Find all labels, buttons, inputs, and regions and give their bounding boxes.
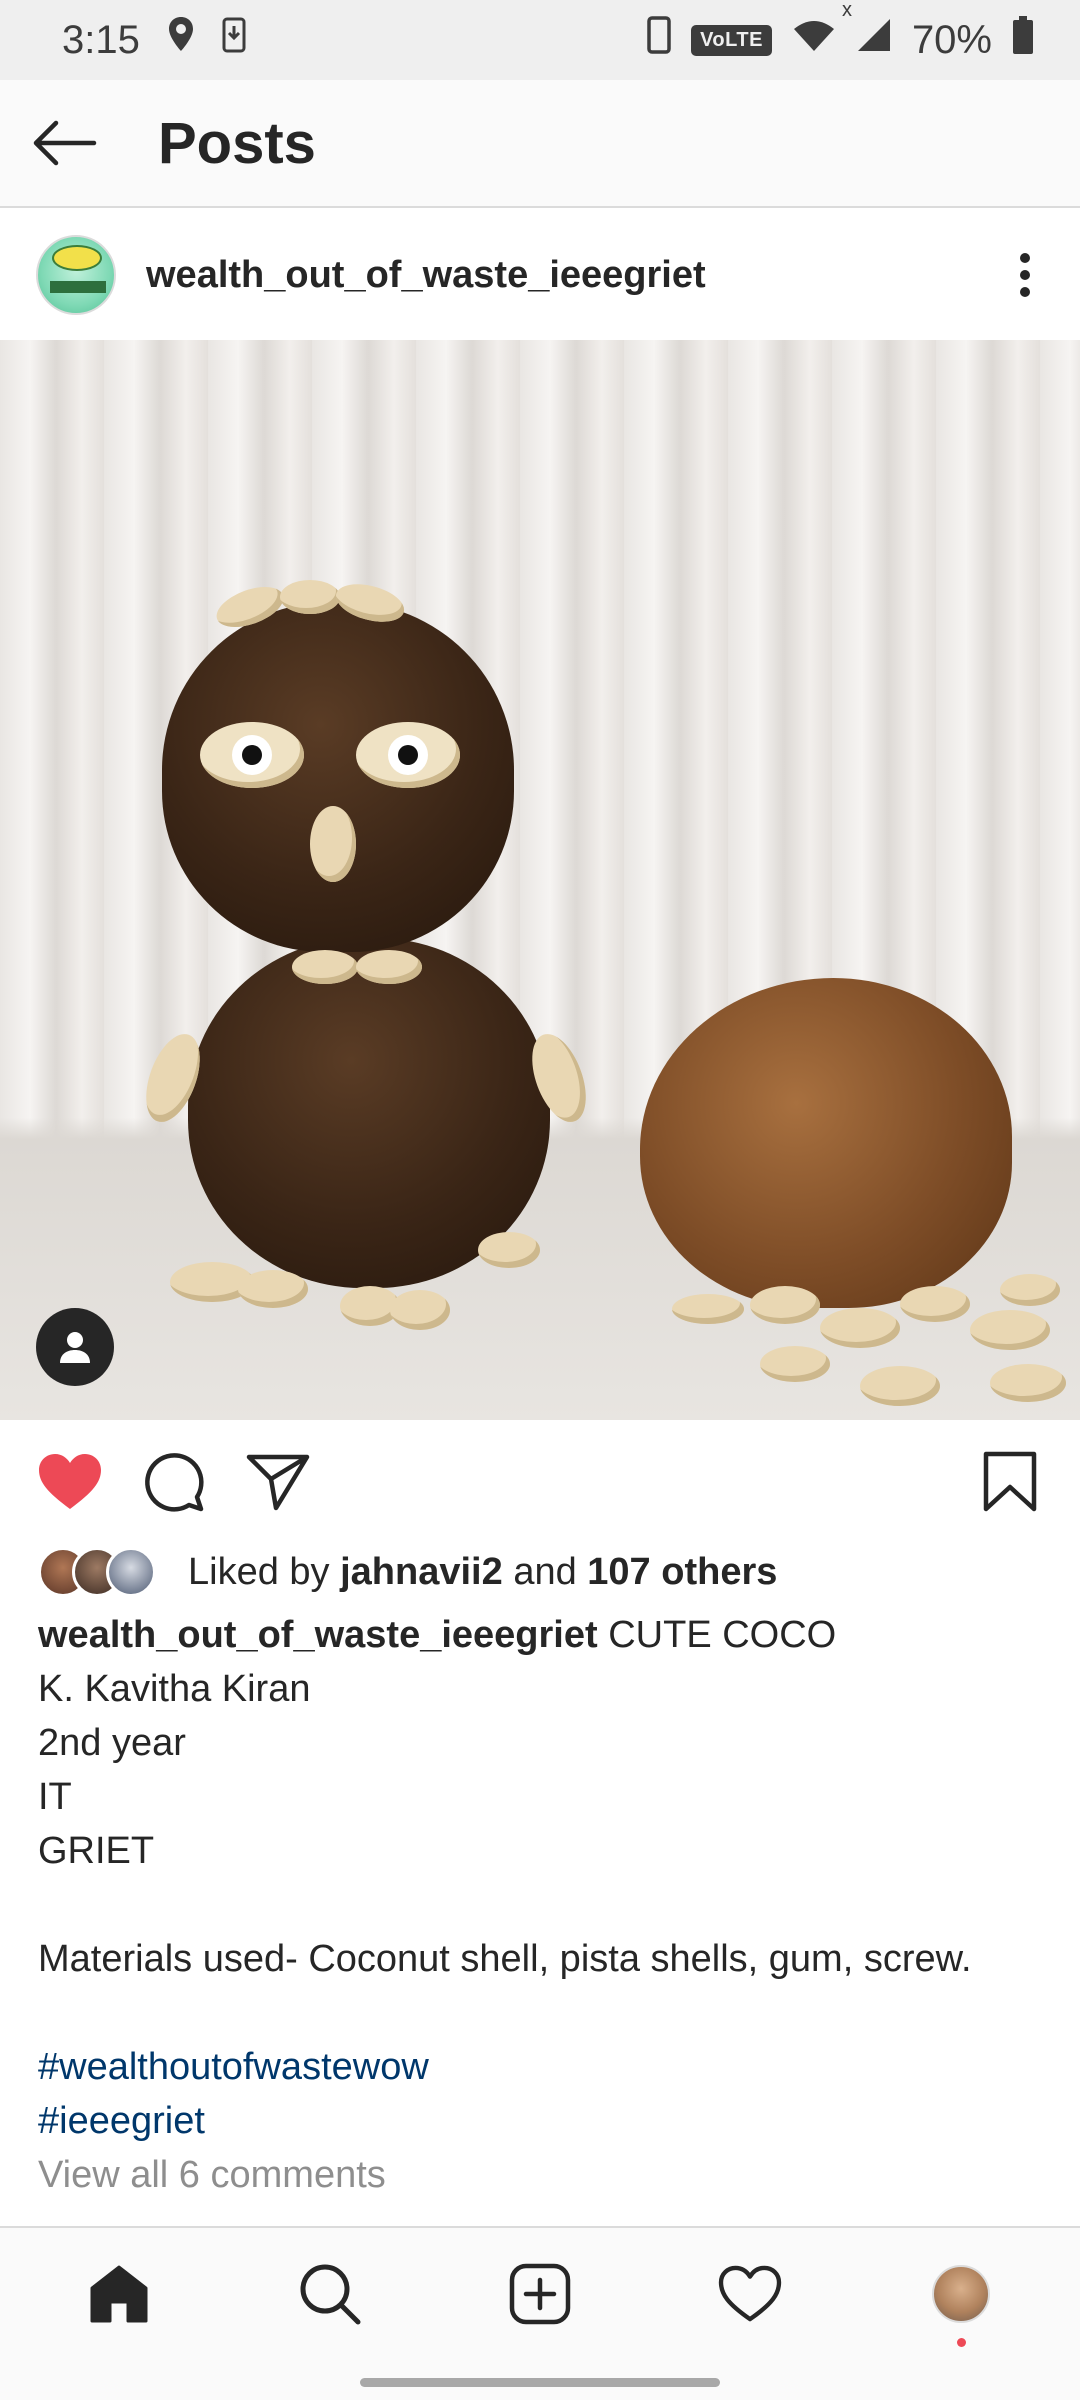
nav-home[interactable]	[59, 2234, 179, 2354]
caption-line: 2nd year	[38, 1722, 186, 1764]
post-header: wealth_out_of_waste_ieeegriet	[0, 210, 1080, 340]
tagged-people-button[interactable]	[36, 1308, 114, 1386]
foot-shell	[478, 1232, 540, 1268]
nav-search[interactable]	[270, 2234, 390, 2354]
likes-joiner: and	[513, 1550, 577, 1593]
nav-activity[interactable]	[690, 2234, 810, 2354]
post-image[interactable]	[0, 340, 1080, 1420]
search-icon	[300, 2264, 361, 2325]
pistachio-shell	[900, 1286, 970, 1322]
caption-line: GRIET	[38, 1830, 155, 1872]
wifi-icon	[792, 17, 836, 63]
profile-avatar-icon	[931, 2265, 990, 2323]
pistachio-shell	[990, 1364, 1066, 1402]
pistachio-shell	[672, 1294, 744, 1324]
more-options-button[interactable]	[970, 210, 1080, 340]
share-button[interactable]	[226, 1420, 330, 1544]
status-time: 3:15	[62, 17, 140, 62]
half-coconut-shell	[640, 978, 1012, 1308]
app-header: Posts	[0, 80, 1080, 208]
crest-shell	[280, 580, 340, 614]
likes-summary[interactable]: Liked by jahnavii2 and 107 others	[38, 1540, 777, 1604]
gesture-home-indicator[interactable]	[360, 2378, 720, 2387]
comment-button[interactable]	[122, 1420, 226, 1544]
home-icon	[90, 2265, 148, 2323]
pistachio-shell	[1000, 1274, 1060, 1306]
pistachio-shell	[860, 1366, 940, 1406]
phone-vibrate-icon	[647, 16, 671, 64]
more-vertical-icon	[1020, 253, 1030, 297]
avatar-banner	[50, 281, 106, 293]
beak-shell	[310, 806, 356, 882]
battery-text: 70%	[911, 17, 992, 62]
back-button[interactable]	[0, 79, 124, 207]
left-eye-shell	[200, 722, 304, 788]
liker-username[interactable]: jahnavii2	[340, 1551, 503, 1593]
pistachio-shell	[970, 1310, 1050, 1350]
hashtag-link[interactable]: #ieeegriet	[38, 2094, 1048, 2148]
foot-shell	[238, 1270, 308, 1308]
save-button[interactable]	[958, 1420, 1062, 1544]
likes-prefix: Liked by	[188, 1550, 330, 1593]
caption-first-line: wealth_out_of_waste_ieeegriet CUTE COCO	[38, 1608, 1048, 1662]
comment-icon	[145, 1453, 204, 1512]
right-eye-shell	[356, 722, 460, 788]
view-comments-link[interactable]: View all 6 comments	[38, 2148, 1048, 2202]
post-action-row	[0, 1420, 1080, 1544]
signal-marker: x	[841, 0, 852, 21]
caption-line: IT	[38, 1776, 72, 1818]
likes-text: Liked by jahnavii2 and 107 others	[188, 1551, 777, 1594]
page-title: Posts	[158, 110, 316, 176]
neck-shell	[292, 950, 358, 984]
location-icon	[166, 15, 196, 65]
send-icon	[246, 1454, 310, 1511]
heart-filled-icon	[39, 1454, 101, 1509]
heart-outline-icon	[719, 2265, 782, 2322]
likes-others-count[interactable]: 107 others	[587, 1551, 777, 1593]
caption-line: K. Kavitha Kiran	[38, 1668, 311, 1710]
pistachio-shell	[750, 1286, 820, 1324]
post-caption: wealth_out_of_waste_ieeegriet CUTE COCO …	[38, 1608, 1048, 2202]
pistachio-shell	[760, 1346, 830, 1382]
post-avatar[interactable]	[36, 235, 116, 315]
caption-title: CUTE COCO	[608, 1614, 837, 1656]
signal-icon: x	[842, 0, 892, 63]
battery-icon	[1012, 15, 1034, 65]
bottom-navigation	[0, 2226, 1080, 2400]
liker-avatar	[106, 1547, 156, 1597]
caption-line	[38, 1878, 1048, 1932]
arrow-left-icon	[33, 120, 97, 166]
volte-badge: VoLTE	[691, 24, 772, 56]
download-icon	[222, 17, 246, 63]
wow-logo-icon	[52, 245, 102, 271]
caption-username[interactable]: wealth_out_of_waste_ieeegriet	[38, 1614, 598, 1656]
caption-line: Materials used- Coconut shell, pista she…	[38, 1938, 972, 1980]
pistachio-shell	[820, 1308, 900, 1348]
liker-avatars	[38, 1545, 162, 1599]
hashtag-link[interactable]: #wealthoutofwastewow	[38, 2040, 1048, 2094]
person-icon	[60, 1332, 90, 1363]
nav-profile[interactable]	[901, 2234, 1021, 2354]
neck-shell	[356, 950, 422, 984]
nav-new-post[interactable]	[480, 2234, 600, 2354]
like-button[interactable]	[18, 1420, 122, 1544]
notification-dot	[956, 2338, 966, 2347]
status-bar: 3:15 VoLTE x 70%	[0, 0, 1080, 80]
post-username[interactable]: wealth_out_of_waste_ieeegriet	[146, 254, 706, 297]
add-square-icon	[509, 2263, 571, 2325]
caption-line	[38, 1986, 1048, 2040]
bookmark-icon	[983, 1451, 1037, 1512]
foot-shell	[390, 1290, 450, 1330]
